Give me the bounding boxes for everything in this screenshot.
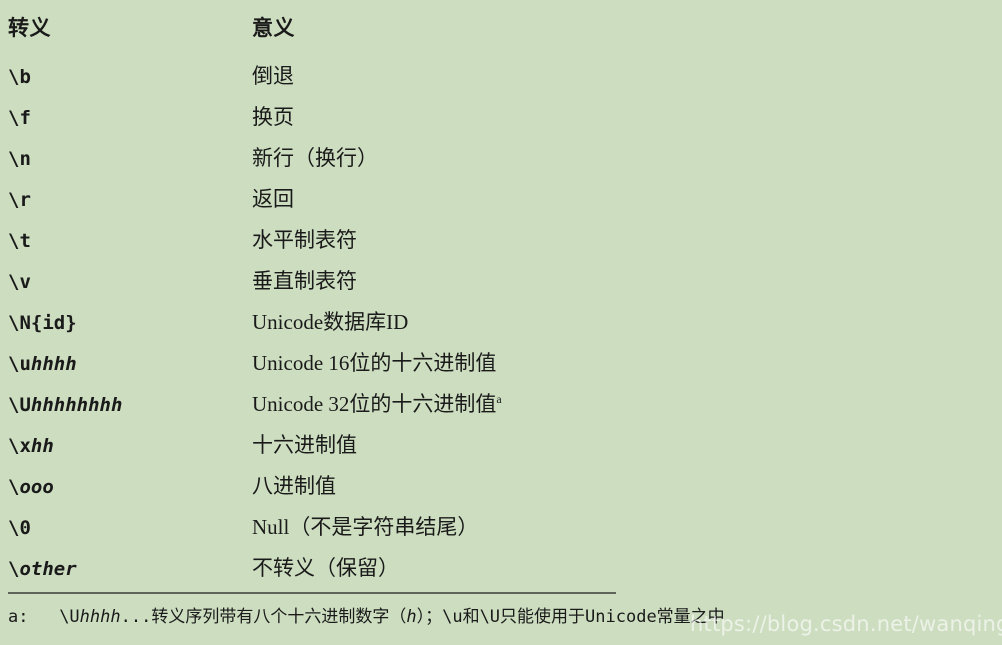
table-row: \v 垂直制表符: [0, 261, 1002, 302]
meaning-cell: Null（不是字符串结尾）: [252, 507, 1002, 548]
meaning-text: Unicode 32位的十六进制值: [252, 392, 497, 416]
column-header-meaning: 意义: [252, 16, 295, 40]
escape-code-upright: \x: [8, 435, 31, 457]
escape-code-cell: \ooo: [0, 466, 252, 507]
footnote-text: a: \Uhhhh...转义序列带有八个十六进制数字（h）；\u和\U只能使用于…: [8, 603, 1002, 631]
escape-code-upright: \t: [8, 230, 31, 252]
escape-code-cell: \b: [0, 56, 252, 97]
table-header: 转义 意义: [0, 0, 1002, 56]
escape-code-upright: \b: [8, 66, 31, 88]
meaning-text: Unicode 16位的十六进制值: [252, 351, 497, 375]
escape-code-upright: \: [8, 558, 20, 580]
table-row: \ooo 八进制值: [0, 466, 1002, 507]
escape-code-upright: \N{id}: [8, 312, 77, 334]
meaning-cell: Unicode数据库ID: [252, 302, 1002, 343]
footnote-segment-3: ）；\u和\U只能使用于Unicode常量之中: [416, 607, 725, 627]
escape-code-italic: hh: [30, 435, 54, 457]
table-page: 转义 意义 \b 倒退 \f 换页 \n 新行（换行） \r 返回 \t 水平制表符 \v 垂直制表符…: [0, 0, 1002, 645]
table-row: \f 换页: [0, 97, 1002, 138]
footnote-segment-2: ...转义序列带有八个十六进制数字（: [120, 607, 407, 627]
escape-code-italic: ooo: [19, 476, 54, 498]
meaning-cell: 返回: [252, 179, 1002, 220]
meaning-cell: Unicode 16位的十六进制值: [252, 343, 1002, 384]
meaning-text: 倒退: [252, 64, 294, 88]
escape-code-upright: \: [8, 476, 20, 498]
meaning-cell: 水平制表符: [252, 220, 1002, 261]
meaning-text: Null（不是字符串结尾）: [252, 515, 479, 539]
meaning-text: 垂直制表符: [252, 269, 357, 293]
table-header-row: 转义 意义: [0, 0, 1002, 56]
table-row: \xhh 十六进制值: [0, 425, 1002, 466]
escape-code-cell: \other: [0, 548, 252, 589]
escape-sequences-table: 转义 意义 \b 倒退 \f 换页 \n 新行（换行） \r 返回 \t 水平制表符 \v 垂直制表符…: [0, 0, 1002, 589]
escape-code-upright: \0: [8, 517, 31, 539]
footnote-label: a:: [8, 607, 29, 627]
escape-code-upright: \u: [8, 353, 31, 375]
escape-code-italic: other: [19, 558, 77, 580]
table-row: \N{id} Unicode数据库ID: [0, 302, 1002, 343]
meaning-text: 水平制表符: [252, 228, 357, 252]
meaning-cell: 不转义（保留）: [252, 548, 1002, 589]
table-row: \t 水平制表符: [0, 220, 1002, 261]
escape-code-upright: \v: [8, 271, 31, 293]
meaning-text: 十六进制值: [252, 433, 357, 457]
escape-code-upright: \U: [8, 394, 31, 416]
table-row: \b 倒退: [0, 56, 1002, 97]
footnote-segment-1: \U: [28, 607, 80, 627]
table-row: \r 返回: [0, 179, 1002, 220]
escape-code-cell: \0: [0, 507, 252, 548]
escape-code-upright: \f: [8, 107, 31, 129]
meaning-text: 八进制值: [252, 474, 336, 498]
table-row: \n 新行（换行）: [0, 138, 1002, 179]
meaning-text: 新行（换行）: [252, 146, 378, 170]
escape-code-cell: \v: [0, 261, 252, 302]
footnote-italic-2: h: [406, 607, 417, 627]
escape-code-cell: \t: [0, 220, 252, 261]
meaning-text: Unicode数据库ID: [252, 310, 409, 334]
meaning-cell: 十六进制值: [252, 425, 1002, 466]
meaning-cell: Unicode 32位的十六进制值a: [252, 384, 1002, 425]
table-row: \uhhhh Unicode 16位的十六进制值: [0, 343, 1002, 384]
escape-code-cell: \f: [0, 97, 252, 138]
escape-code-italic: hhhhhhhh: [30, 394, 123, 416]
escape-code-cell: \N{id}: [0, 302, 252, 343]
escape-code-cell: \Uhhhhhhhh: [0, 384, 252, 425]
table-row: \0 Null（不是字符串结尾）: [0, 507, 1002, 548]
meaning-cell: 新行（换行）: [252, 138, 1002, 179]
footnote-marker: a: [496, 392, 502, 406]
meaning-text: 不转义（保留）: [252, 556, 399, 580]
meaning-text: 返回: [252, 187, 294, 211]
escape-code-cell: \xhh: [0, 425, 252, 466]
meaning-cell: 垂直制表符: [252, 261, 1002, 302]
escape-code-cell: \r: [0, 179, 252, 220]
footnote-italic-1: hhhh: [79, 607, 121, 627]
meaning-cell: 倒退: [252, 56, 1002, 97]
table-row: \Uhhhhhhhh Unicode 32位的十六进制值a: [0, 384, 1002, 425]
meaning-cell: 换页: [252, 97, 1002, 138]
table-row: \other 不转义（保留）: [0, 548, 1002, 589]
meaning-text: 换页: [252, 105, 294, 129]
column-header-escape: 转义: [8, 16, 51, 40]
escape-code-upright: \r: [8, 189, 31, 211]
escape-code-cell: \n: [0, 138, 252, 179]
escape-code-cell: \uhhhh: [0, 343, 252, 384]
table-body: \b 倒退 \f 换页 \n 新行（换行） \r 返回 \t 水平制表符 \v 垂直制表符 \N{id}…: [0, 56, 1002, 589]
escape-code-italic: hhhh: [30, 353, 77, 375]
escape-code-upright: \n: [8, 148, 31, 170]
meaning-cell: 八进制值: [252, 466, 1002, 507]
footnote-divider: [8, 592, 616, 594]
